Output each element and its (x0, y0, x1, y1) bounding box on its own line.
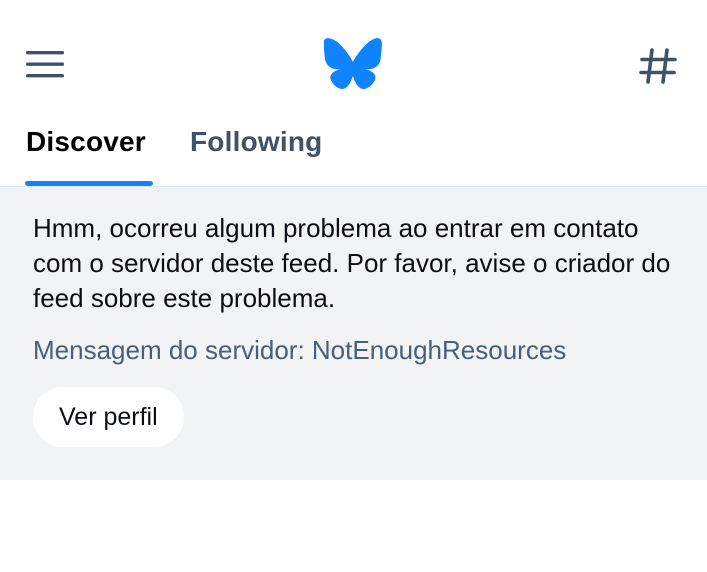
active-tab-indicator (25, 181, 153, 186)
menu-button[interactable] (24, 44, 68, 84)
tab-discover[interactable]: Discover (26, 126, 146, 158)
hamburger-menu-icon (26, 51, 64, 78)
bluesky-logo[interactable] (323, 38, 382, 90)
bluesky-butterfly-icon (323, 38, 382, 89)
app-screen: Discover Following Hmm, ocorreu algum pr… (0, 0, 707, 572)
view-profile-button[interactable]: Ver perfil (33, 387, 184, 447)
feeds-button[interactable] (636, 44, 680, 88)
feed-error-panel: Hmm, ocorreu algum problema ao entrar em… (0, 187, 707, 480)
top-bar (0, 0, 707, 110)
error-message: Hmm, ocorreu algum problema ao entrar em… (33, 213, 671, 313)
tab-following[interactable]: Following (190, 126, 322, 158)
feed-tabs: Discover Following (0, 110, 707, 187)
server-message: Mensagem do servidor: NotEnoughResources (33, 335, 567, 365)
hashtag-icon (639, 48, 677, 84)
